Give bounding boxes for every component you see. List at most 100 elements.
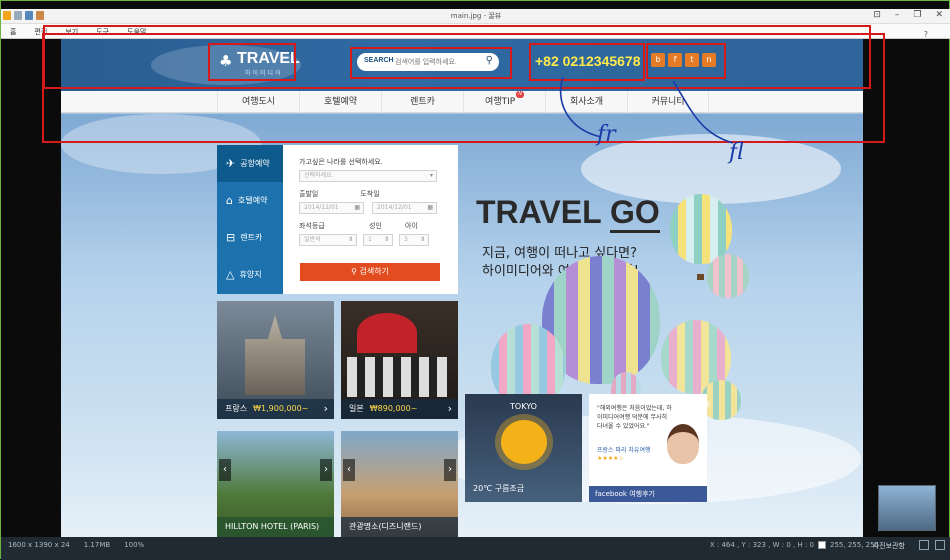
weather-temp: 20℃ 구름조금 [473,484,525,493]
airplane-icon: ✈ [226,157,236,170]
tile-caption: HILLTON HOTEL (PARIS) [217,517,334,537]
tab-airport[interactable]: ✈ 공항예약 [217,145,283,182]
child-stepper[interactable]: 3 ⇕ [399,234,429,246]
weather-city: TOKYO [510,402,537,411]
headline-travel: TRAVEL [476,194,610,230]
arrive-date-field[interactable]: 2014/12/01 ▦ [372,202,437,214]
review-stars: ★★★★☆ [597,455,624,462]
bed-icon: ⌂ [226,194,233,207]
annotation-box-search [350,47,512,79]
tab-resort[interactable]: △ 휴양지 [217,256,283,293]
car-icon: ⊟ [226,231,236,244]
file-size: 1.17MB [83,541,111,549]
fullscreen-button[interactable] [935,540,945,550]
hero-headline: TRAVEL GO [476,194,660,233]
review-author: 프랑스 파리 자유여행 [597,447,651,454]
tab-rentcar[interactable]: ⊟ 렌트카 [217,219,283,256]
booking-form: 가고싶은 나라를 선택하세요. 선택하세요. ▾ 출발일 도착일 2014/12/0… [299,157,449,246]
depart-date-field[interactable]: 2014/12/01 ▦ [299,202,364,214]
annotation-arrow-left [559,76,602,138]
reviewer-avatar [667,424,699,464]
stepper-icon: ⇕ [347,236,353,243]
pin-icon[interactable]: ⊡ [873,10,881,20]
adult-stepper[interactable]: 1 ⇕ [363,234,393,246]
chevron-right-icon: › [323,402,328,415]
tab-rentcar-label: 렌트카 [240,233,263,242]
stepper-icon: ⇕ [383,236,389,243]
tab-hotel[interactable]: ⌂ 호텔예약 [217,182,283,219]
calendar-icon[interactable]: ▦ [354,203,360,213]
booking-search-label: 검색하기 [359,267,389,276]
tile-name: 일본 [349,404,364,413]
image-viewer-window: main.jpg - 꿀뷰 ⊡ – ❐ ✕ 홈 편집 보기 도구 도움말 ? ♣… [0,0,950,560]
tile-disneyland[interactable]: ‹ › 관광명소(디즈니랜드) [341,431,458,537]
depart-date-value: 2014/12/01 [304,204,339,211]
balloon [707,254,749,298]
annotation-box-logo [208,43,296,81]
child-value: 3 [404,236,408,243]
umbrella-icon: △ [226,268,235,281]
adult-label: 성인 [369,222,382,230]
chevron-right-icon[interactable]: › [320,459,332,481]
balloon-basket [697,274,704,280]
seat-label: 좌석등급 [299,222,325,230]
handwritten-annotations: fr fl [559,76,744,165]
annotation-arrow-right [672,80,734,144]
sun-icon [501,420,547,464]
help-icon[interactable]: ? [915,27,937,39]
chevron-right-icon[interactable]: › [444,459,456,481]
arrive-date-value: 2014/12/01 [377,204,412,211]
window-title: main.jpg - 꿀뷰 [450,12,502,20]
wedding-image [347,357,447,397]
tile-price: ₩890,000~ [369,404,418,413]
tile-price: ₩1,900,000~ [253,404,309,413]
arrive-label: 도착일 [360,190,380,198]
country-select[interactable]: 선택하세요. ▾ [299,170,437,182]
status-bar: 1600 x 1390 x 24 1.17MB 100% X : 464 , Y… [1,537,950,560]
tile-hilton[interactable]: ‹ › HILLTON HOTEL (PARIS) [217,431,334,537]
tile-caption: 프랑스 ₩1,900,000~ › [217,399,334,419]
tile-caption: 관광명소(디즈니랜드) [341,517,458,537]
chevron-left-icon[interactable]: ‹ [343,459,355,481]
title-bar: main.jpg - 꿀뷰 ⊡ – ❐ ✕ [1,9,950,24]
tile-caption: 일본 ₩890,000~ › [341,399,458,419]
depart-label: 출발일 [299,190,319,198]
minimize-button[interactable]: – [895,10,900,20]
color-swatch [818,541,827,549]
annotation-label-right: fl [727,140,744,165]
image-dimensions: 1600 x 1390 x 24 [8,541,70,549]
chevron-down-icon: ▾ [429,172,433,179]
country-label: 가고싶은 나라를 선택하세요. [299,158,383,166]
tile-name: HILLTON HOTEL (PARIS) [225,522,320,531]
tile-name: 프랑스 [225,404,248,413]
child-label: 아이 [405,222,418,230]
chevron-right-icon: › [447,402,452,415]
photo-library-label[interactable]: 사진보관함 [873,541,905,551]
navigator-thumbnail[interactable] [878,485,936,531]
calendar-icon[interactable]: ▦ [427,203,433,213]
menu-home[interactable]: 홈 [1,24,25,38]
chevron-left-icon[interactable]: ‹ [219,459,231,481]
stepper-icon: ⇕ [419,236,425,243]
color-value: 255, 255, 255 [830,541,879,549]
weather-widget: TOKYO 20℃ 구름조금 [465,394,582,502]
review-quote: "해외여행은 처음이었는데, 하이미디어여행 덕분에 무사히 다녀올 수 있었어… [597,405,672,430]
cathedral-image [245,315,305,395]
window-controls: ⊡ – ❐ ✕ [873,10,943,20]
country-select-value: 선택하세요. [304,172,334,179]
review-widget: "해외여행은 처음이었는데, 하이미디어여행 덕분에 무사히 다녀올 수 있었어… [589,394,707,502]
seat-select-value: 일반석 [304,236,321,243]
close-button[interactable]: ✕ [935,10,943,20]
view-toggle-button[interactable] [919,540,929,550]
zoom-level: 100% [124,541,145,549]
maximize-button[interactable]: ❐ [913,10,921,20]
annotation-label-left: fr [595,122,617,147]
umbrella-image [357,313,417,353]
booking-tabs: ✈ 공항예약 ⌂ 호텔예약 ⊟ 렌트카 △ 휴양지 [217,145,283,294]
tab-airport-label: 공항예약 [240,159,270,168]
tile-japan[interactable]: 일본 ₩890,000~ › [341,301,458,419]
seat-select[interactable]: 일반석 ⇕ [299,234,357,246]
tile-france[interactable]: 프랑스 ₩1,900,000~ › [217,301,334,419]
facebook-review-link[interactable]: facebook 여행후기 [589,486,707,502]
booking-search-button[interactable]: ⚲ 검색하기 [300,263,440,281]
